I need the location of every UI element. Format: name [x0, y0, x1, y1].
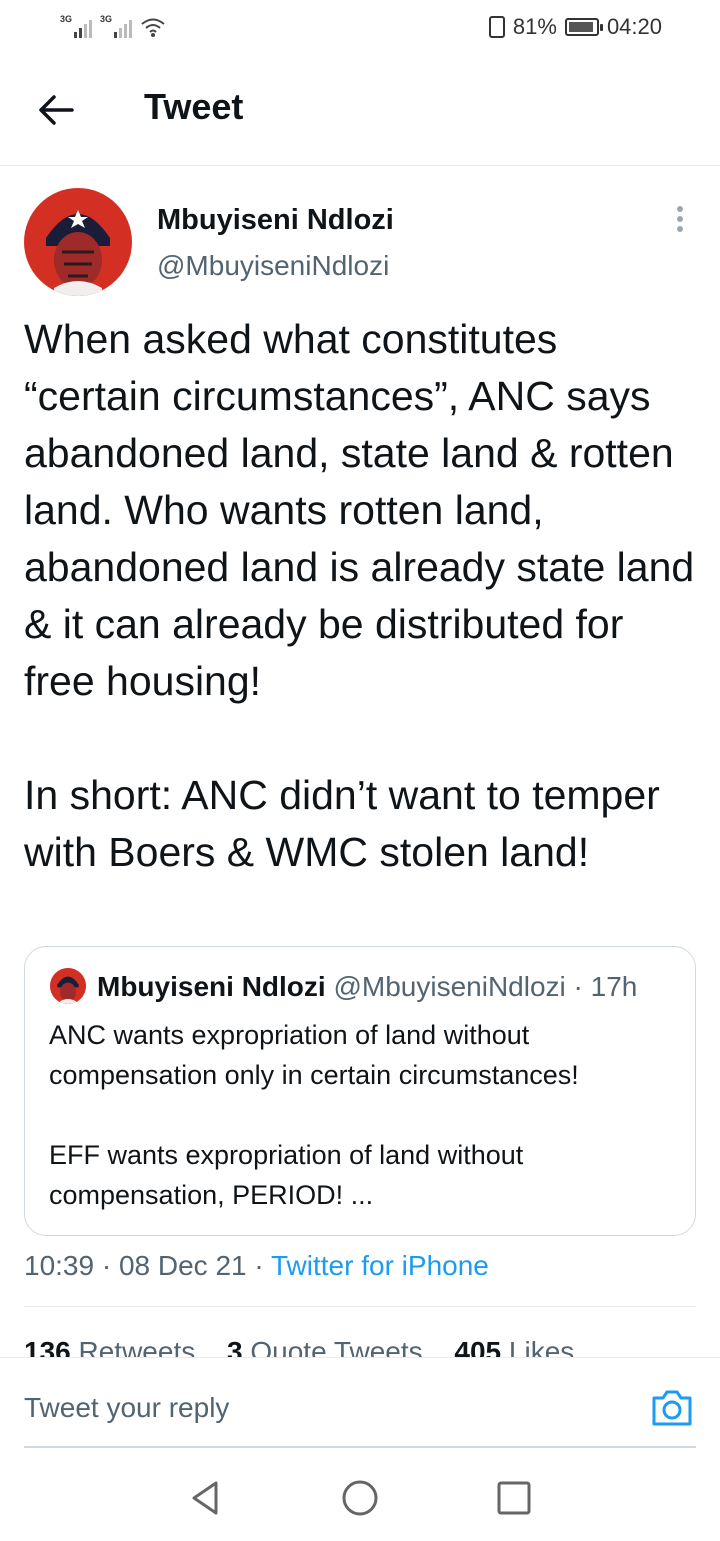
nav-home-icon[interactable]	[340, 1478, 380, 1518]
quoted-tweet-text: ANC wants expropriation of land without …	[49, 1015, 679, 1215]
tweet-source-link[interactable]: Twitter for iPhone	[271, 1250, 489, 1281]
top-app-bar: Tweet	[0, 56, 720, 166]
battery-icon	[564, 18, 603, 36]
reply-composer: Tweet your reply	[0, 1357, 720, 1449]
more-options-icon[interactable]	[670, 206, 690, 238]
reply-underline	[24, 1446, 696, 1448]
battery-percent: 81%	[512, 14, 557, 39]
quoted-author-name: Mbuyiseni Ndlozi	[97, 971, 326, 1002]
back-arrow-icon[interactable]	[36, 90, 76, 130]
network-type-1: 3G	[60, 14, 73, 24]
quoted-tweet-age: · 17h	[573, 971, 638, 1002]
status-bar: 3G 3G 81% 04:20	[0, 0, 720, 56]
avatar[interactable]	[24, 188, 132, 296]
cell-signal-icon-2: 3G	[100, 14, 132, 38]
divider	[24, 1306, 696, 1307]
tweet-paragraph: In short: ANC didn’t want to temper with…	[24, 772, 660, 875]
system-status: 81% 04:20	[488, 14, 662, 40]
camera-icon[interactable]	[650, 1388, 694, 1428]
signal-indicators: 3G 3G	[60, 14, 166, 38]
tweet-metadata: 10:39 · 08 Dec 21 · Twitter for iPhone	[24, 1250, 489, 1282]
author-name[interactable]: Mbuyiseni Ndlozi	[157, 204, 394, 237]
nav-back-icon[interactable]	[186, 1478, 226, 1518]
tweet-text: When asked what constitutes “certain cir…	[24, 311, 704, 881]
network-type-2: 3G	[100, 14, 113, 24]
tweet-paragraph: When asked what constitutes “certain cir…	[24, 316, 695, 704]
quoted-avatar	[50, 968, 86, 1004]
quoted-author-handle: @MbuyiseniNdlozi	[333, 971, 566, 1002]
page-title: Tweet	[144, 86, 244, 127]
cell-signal-icon: 3G	[60, 14, 92, 38]
vibrate-icon	[488, 16, 505, 38]
quoted-tweet[interactable]: Mbuyiseni Ndlozi @MbuyiseniNdlozi · 17h …	[24, 946, 696, 1236]
wifi-icon	[141, 18, 165, 37]
system-navigation-bar	[0, 1450, 720, 1541]
author-handle[interactable]: @MbuyiseniNdlozi	[157, 250, 389, 282]
quoted-paragraph: EFF wants expropriation of land without …	[49, 1140, 524, 1210]
tweet-timestamp: 10:39 · 08 Dec 21 ·	[24, 1250, 264, 1281]
quoted-paragraph: ANC wants expropriation of land without …	[49, 1020, 579, 1090]
nav-recents-icon[interactable]	[494, 1478, 534, 1518]
clock: 04:20	[606, 14, 662, 39]
quoted-tweet-header: Mbuyiseni Ndlozi @MbuyiseniNdlozi · 17h	[97, 971, 637, 1003]
reply-input[interactable]: Tweet your reply	[24, 1392, 229, 1424]
